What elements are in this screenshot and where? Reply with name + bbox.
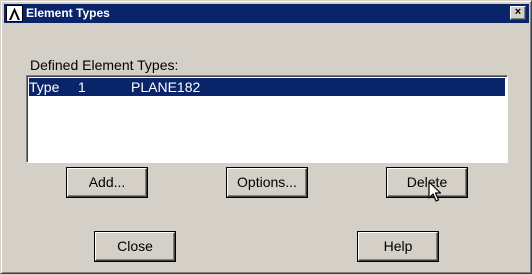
add-button[interactable]: Add... [67, 168, 147, 197]
close-icon: × [514, 6, 522, 18]
row-element-name: PLANE182 [131, 79, 201, 95]
list-label: Defined Element Types: [30, 57, 179, 73]
row-type-number: 1 [78, 79, 86, 95]
list-item[interactable]: Type 1 PLANE182 [29, 78, 505, 96]
element-types-dialog: Element Types × Defined Element Types: T… [0, 0, 532, 274]
ansys-logo-icon [6, 5, 23, 22]
help-button[interactable]: Help [358, 232, 438, 261]
window-title: Element Types [26, 6, 110, 20]
delete-button[interactable]: Delete [387, 168, 467, 197]
options-button[interactable]: Options... [227, 168, 307, 197]
close-button[interactable]: Close [95, 232, 175, 261]
mouse-pointer-icon [428, 181, 442, 203]
row-type-label: Type [29, 79, 60, 95]
close-window-button[interactable]: × [510, 6, 526, 20]
element-types-listbox[interactable]: Type 1 PLANE182 [26, 75, 508, 163]
title-bar[interactable]: Element Types × [4, 4, 529, 23]
